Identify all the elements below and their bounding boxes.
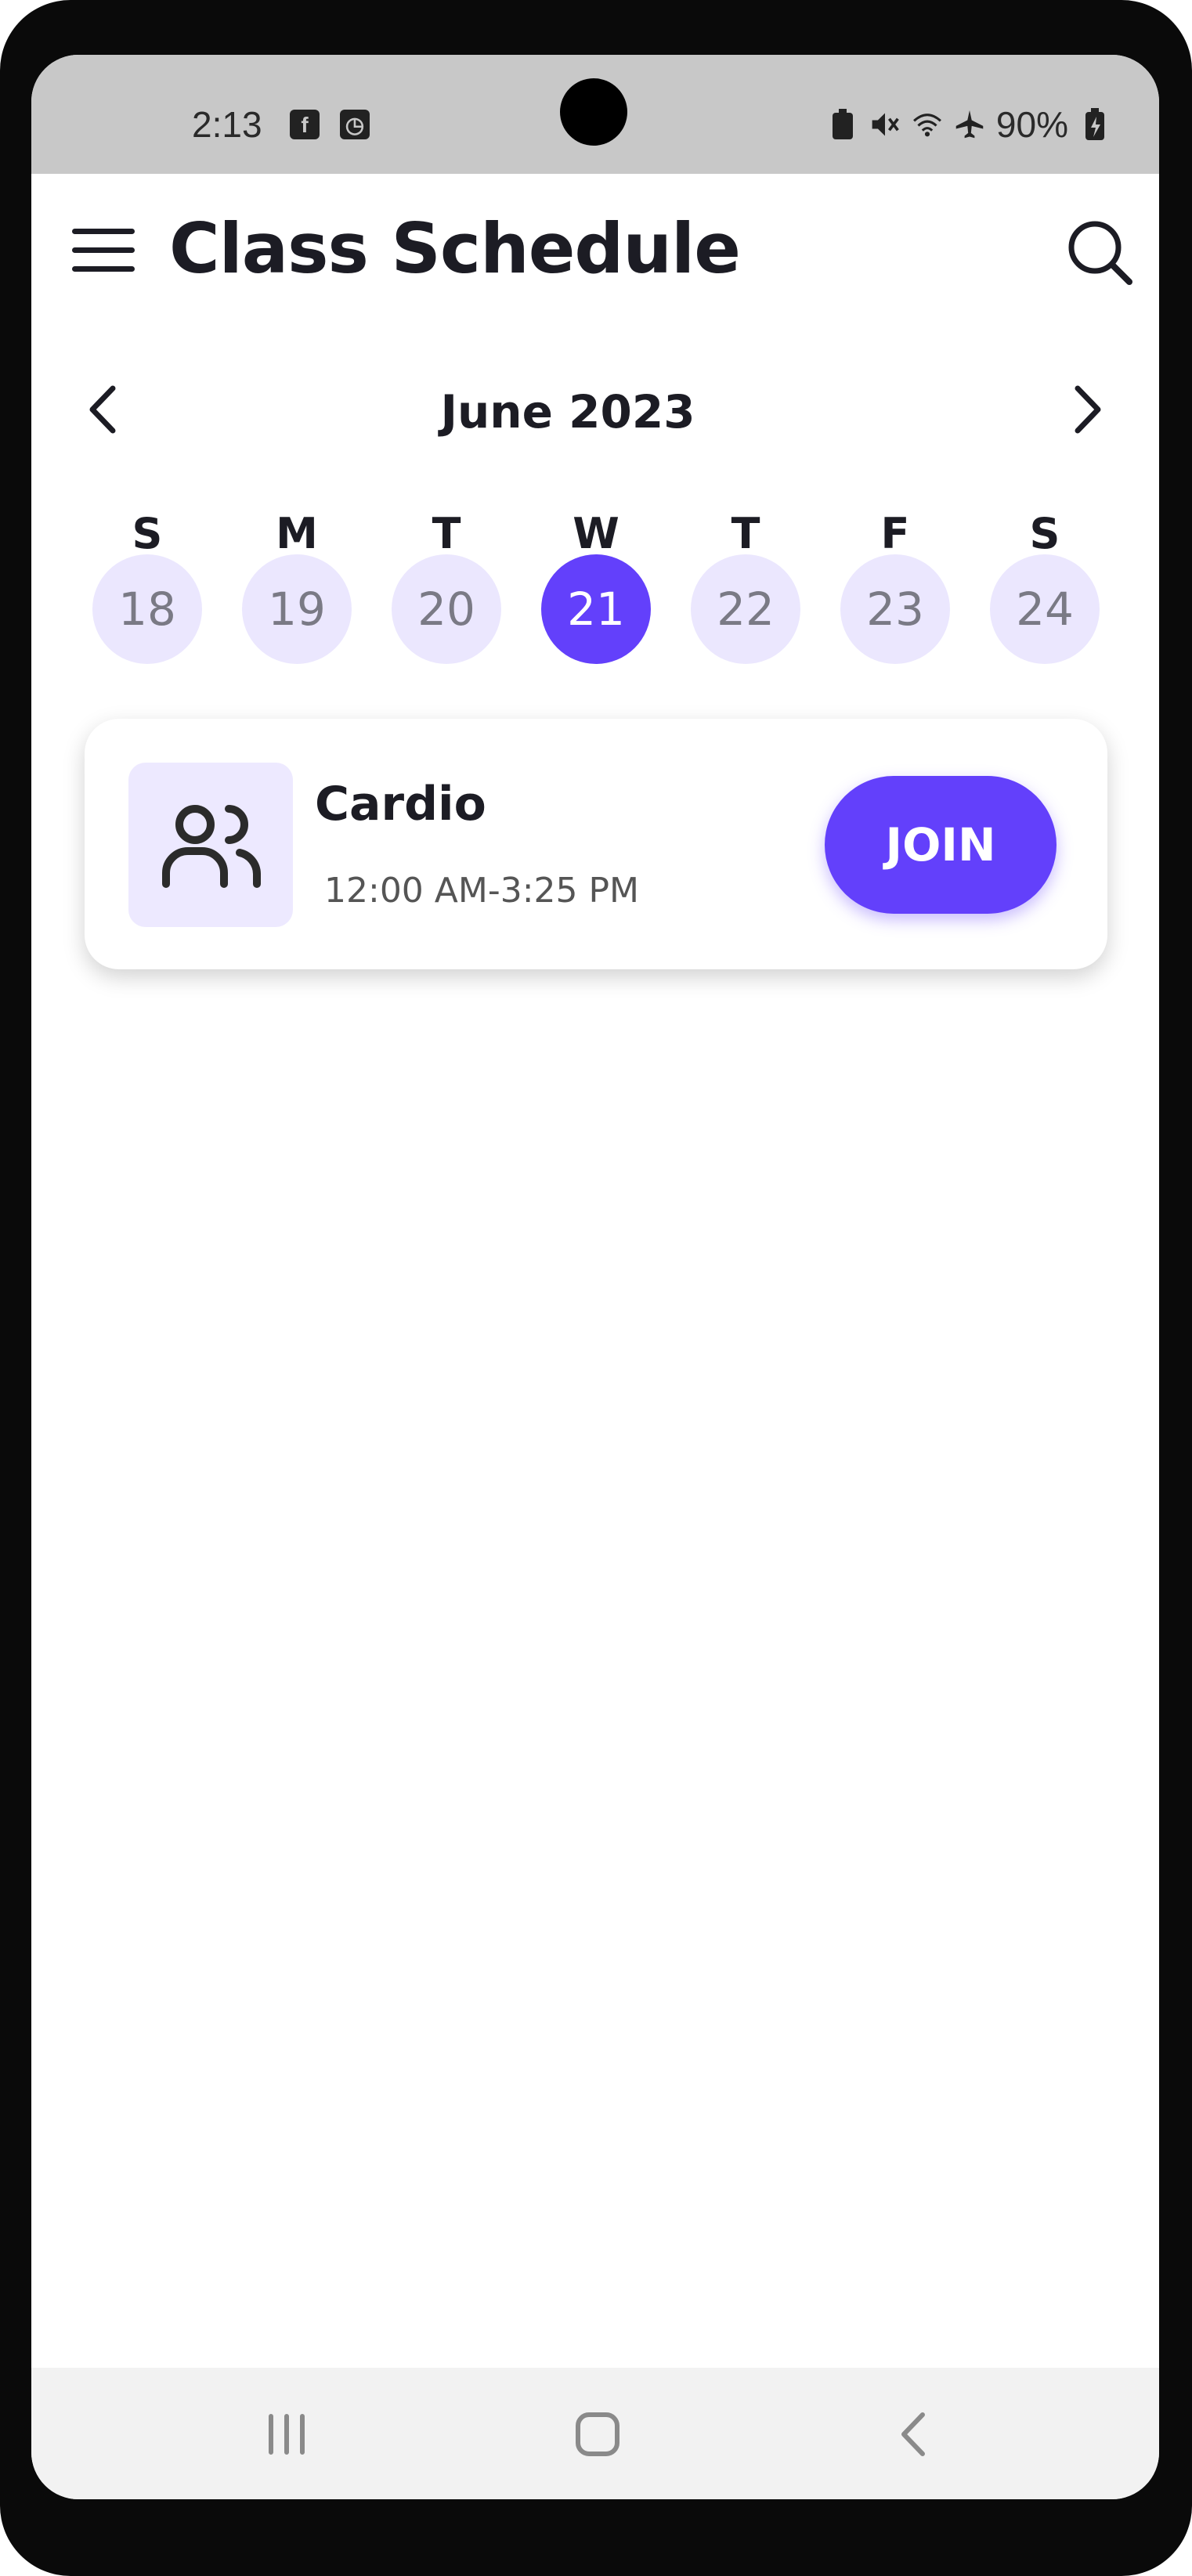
class-card[interactable]: Cardio 12:00 AM-3:25 PM JOIN — [85, 719, 1107, 969]
home-icon[interactable] — [572, 2408, 623, 2460]
month-navigator: June 2023 — [31, 368, 1159, 446]
month-label: June 2023 — [440, 385, 695, 438]
day-23[interactable]: 23 — [840, 554, 950, 664]
group-icon — [128, 763, 293, 927]
day-24[interactable]: 24 — [990, 554, 1100, 664]
day-21-selected[interactable]: 21 — [541, 554, 651, 664]
day-18[interactable]: 18 — [92, 554, 202, 664]
search-icon[interactable] — [1065, 218, 1136, 288]
class-name: Cardio — [315, 777, 486, 832]
app-header: Class Schedule — [31, 55, 1159, 289]
chevron-right-icon[interactable] — [1064, 382, 1111, 437]
device-frame: 2:13 f ◷ 90% Class Schedule June 2023 S … — [0, 0, 1192, 2576]
weekday-label: T — [432, 509, 461, 558]
system-nav-bar — [31, 2368, 1159, 2499]
screen: 2:13 f ◷ 90% Class Schedule June 2023 S … — [31, 55, 1159, 2499]
recent-apps-icon[interactable] — [263, 2408, 310, 2460]
weekday-label: M — [276, 509, 318, 558]
day-19[interactable]: 19 — [242, 554, 352, 664]
class-time: 12:00 AM-3:25 PM — [324, 871, 640, 911]
join-button[interactable]: JOIN — [825, 776, 1057, 914]
weekday-label: F — [880, 509, 910, 558]
day-22[interactable]: 22 — [691, 554, 800, 664]
weekday-label: S — [1029, 509, 1060, 558]
day-20[interactable]: 20 — [392, 554, 501, 664]
page-title: Class Schedule — [169, 208, 741, 289]
menu-icon[interactable] — [72, 229, 135, 276]
weekday-label: T — [731, 509, 760, 558]
back-icon[interactable] — [894, 2408, 934, 2460]
weekday-label: W — [573, 509, 619, 558]
week-days: 18 19 20 21 22 23 24 — [31, 554, 1159, 664]
weekday-label: S — [132, 509, 163, 558]
